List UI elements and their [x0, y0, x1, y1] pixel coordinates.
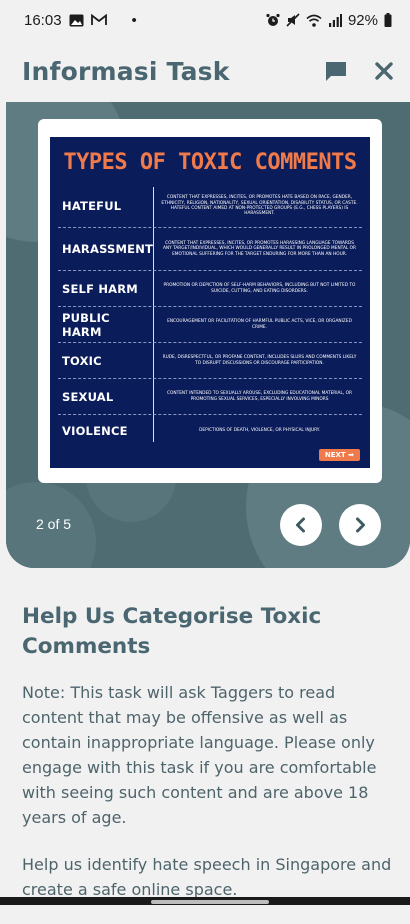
mute-icon: [286, 13, 300, 27]
chevron-left-icon: [292, 516, 310, 534]
battery-icon: [384, 13, 392, 27]
intro-paragraph: Help us identify hate speech in Singapor…: [22, 852, 394, 902]
next-button[interactable]: [339, 504, 381, 546]
status-bar: 16:03 • 92%: [0, 0, 410, 40]
slide-row: HARASSMENTContent that expresses, incite…: [58, 228, 362, 271]
page-indicator: 2 of 5: [36, 516, 71, 532]
chat-icon[interactable]: [324, 59, 348, 83]
slide-category: VIOLENCE: [58, 424, 153, 438]
section-title: Help Us Categorise Toxic Comments: [22, 602, 394, 662]
slide-title: TYPES OF TOXIC COMMENTS: [50, 137, 370, 181]
note-paragraph: Note: This task will ask Taggers to read…: [22, 680, 394, 830]
slide-category: HATEFUL: [58, 199, 153, 213]
slide-row: PUBLIC HARMEncouragement or facilitation…: [58, 307, 362, 343]
status-right: 92%: [266, 12, 392, 29]
close-icon[interactable]: [374, 61, 394, 81]
slide-description: Content that expresses, incites, or prom…: [153, 193, 362, 219]
slide-row: SEXUALContent intended to sexually arous…: [58, 379, 362, 415]
slide-category: SEXUAL: [58, 390, 153, 404]
wifi-icon: [306, 14, 322, 27]
battery-percent: 92%: [348, 12, 378, 29]
navigation-bar: [0, 897, 410, 905]
task-description: Help Us Categorise Toxic Comments Note: …: [22, 602, 394, 924]
header-actions: [324, 59, 394, 83]
slide-row: HATEFULContent that expresses, incites, …: [58, 185, 362, 228]
clock: 16:03: [24, 12, 62, 29]
task-image-carousel[interactable]: TYPES OF TOXIC COMMENTS HATEFULContent t…: [6, 102, 410, 568]
app-header: Informasi Task: [0, 40, 410, 102]
page-title: Informasi Task: [22, 57, 230, 86]
slide-row: TOXICRude, disrespectful, or profane con…: [58, 343, 362, 379]
chevron-right-icon: [351, 516, 369, 534]
signal-icon: [328, 14, 342, 27]
slide-description: Promotion or depiction of self-harm beha…: [153, 281, 362, 296]
slide-row: SELF HARMPromotion or depiction of self-…: [58, 271, 362, 307]
slide-category: PUBLIC HARM: [58, 311, 153, 339]
slide-image: TYPES OF TOXIC COMMENTS HATEFULContent t…: [50, 137, 370, 468]
alarm-icon: [266, 13, 280, 27]
slide-frame: TYPES OF TOXIC COMMENTS HATEFULContent t…: [38, 119, 382, 483]
notification-dot: •: [132, 12, 137, 29]
slide-description: Depictions of death, violence, or physic…: [153, 426, 362, 435]
slide-category: TOXIC: [58, 354, 153, 368]
slide-description: Content intended to sexually arouse, exc…: [153, 389, 362, 404]
gallery-icon: [69, 14, 84, 27]
status-left: 16:03 •: [24, 12, 137, 29]
slide-table: HATEFULContent that expresses, incites, …: [58, 185, 362, 444]
slide-row: VIOLENCEDepictions of death, violence, o…: [58, 415, 362, 447]
slide-description: Content that expresses, incites, or prom…: [153, 239, 362, 259]
slide-description: Rude, disrespectful, or profane content,…: [153, 353, 362, 368]
home-indicator[interactable]: [151, 900, 269, 904]
slide-next-badge: NEXT ➡: [319, 449, 360, 461]
slide-description: Encouragement or facilitation of harmful…: [153, 317, 362, 332]
previous-button[interactable]: [280, 504, 322, 546]
gmail-icon: [91, 14, 107, 26]
slide-category: HARASSMENT: [58, 242, 153, 256]
slide-category: SELF HARM: [58, 282, 153, 296]
